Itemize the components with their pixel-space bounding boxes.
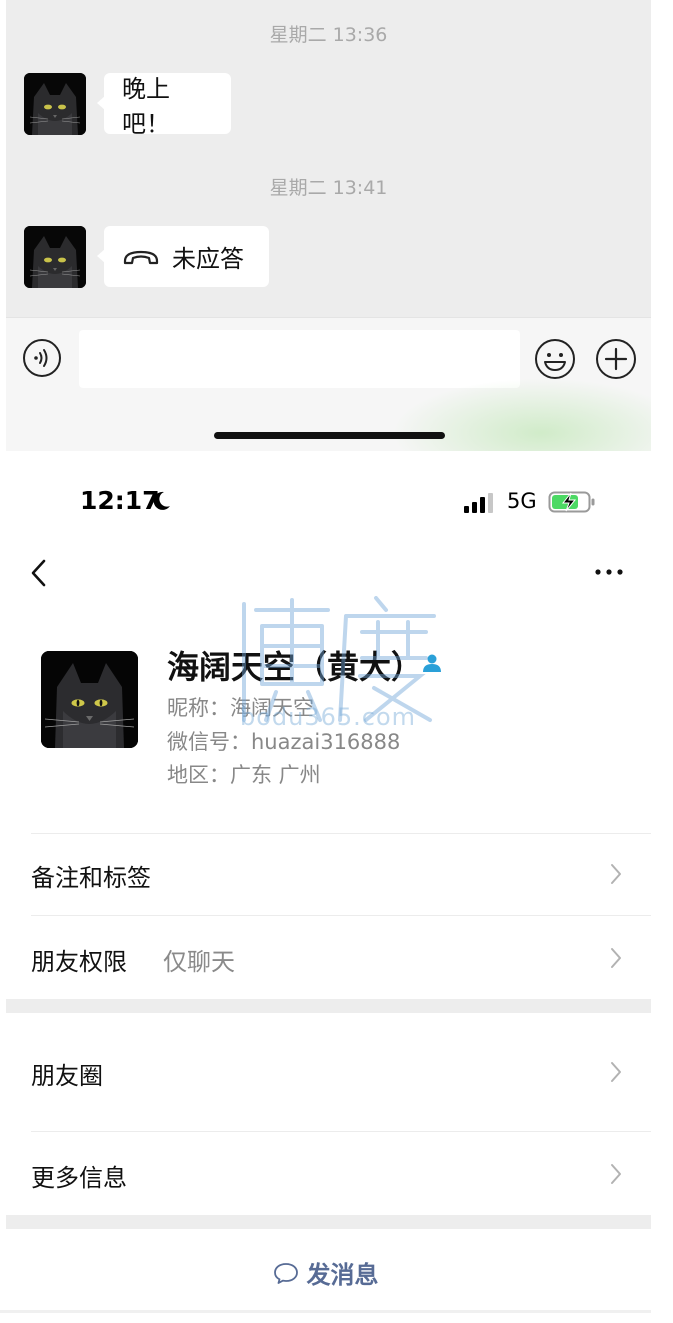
network-type: 5G — [507, 489, 537, 513]
signal-icon — [464, 493, 493, 513]
profile-header: 海阔天空（黄大） 昵称：海阔天空 微信号：huazai316888 地区：广东 … — [0, 640, 673, 810]
send-message-button[interactable]: 发消息 — [0, 1235, 651, 1310]
call-record-bubble[interactable]: 未应答 — [97, 226, 269, 287]
nav-bar — [0, 548, 673, 598]
moon-icon — [153, 491, 170, 510]
menu-label: 朋友圈 — [31, 1062, 103, 1090]
contact-avatar[interactable] — [24, 73, 86, 135]
message-text: 晚上吧！ — [122, 74, 170, 138]
chevron-right-icon — [611, 948, 621, 968]
back-icon[interactable] — [28, 556, 50, 590]
menu-item-more-info[interactable]: 更多信息 — [0, 1134, 651, 1214]
section-gap — [6, 1215, 651, 1229]
message-timestamp: 星期二 13:41 — [269, 177, 388, 199]
divider — [31, 915, 651, 916]
hang-up-phone-icon — [123, 250, 159, 264]
menu-item-remark-tags[interactable]: 备注和标签 — [0, 834, 651, 914]
menu-label: 朋友权限 — [31, 948, 127, 976]
profile-region: 地区：广东 广州 — [167, 763, 321, 787]
message-bubble-icon — [273, 1262, 298, 1284]
section-gap — [6, 999, 651, 1013]
chat-bubble[interactable]: 晚上吧！ — [97, 73, 231, 138]
home-indicator — [214, 432, 445, 439]
battery-charging-icon — [548, 491, 595, 513]
chat-screen: 星期二 13:36 晚上吧！ 星期二 13:41 未应答 — [6, 0, 651, 451]
profile-avatar[interactable] — [41, 651, 138, 748]
menu-item-friend-permission[interactable]: 朋友权限 仅聊天 — [0, 918, 651, 998]
send-message-label: 发消息 — [306, 1261, 379, 1289]
menu-label: 更多信息 — [31, 1164, 127, 1192]
status-time: 12:17 — [80, 486, 160, 515]
status-bar: 12:17 5G — [0, 480, 673, 525]
bottom-divider — [0, 1310, 651, 1313]
message-input[interactable] — [79, 330, 520, 388]
menu-item-moments[interactable]: 朋友圈 — [0, 1032, 651, 1112]
message-text: 未应答 — [172, 245, 244, 273]
permission-value: 仅聊天 — [163, 948, 235, 976]
chevron-right-icon — [611, 1164, 621, 1184]
verified-user-icon — [423, 654, 441, 672]
profile-nickname: 昵称：海阔天空 — [167, 696, 314, 720]
more-icon[interactable] — [592, 562, 626, 582]
message-timestamp: 星期二 13:36 — [269, 24, 388, 46]
chat-input-bar — [6, 317, 651, 451]
profile-wechat-id: 微信号：huazai316888 — [167, 730, 401, 754]
profile-name: 海阔天空（黄大） — [167, 648, 424, 686]
emoji-icon[interactable] — [534, 338, 576, 380]
chevron-right-icon — [611, 1062, 621, 1082]
voice-input-icon[interactable] — [22, 338, 62, 378]
contact-avatar[interactable] — [24, 226, 86, 288]
menu-label: 备注和标签 — [31, 864, 151, 892]
divider — [31, 1131, 651, 1132]
plus-icon[interactable] — [595, 338, 637, 380]
chevron-right-icon — [611, 864, 621, 884]
